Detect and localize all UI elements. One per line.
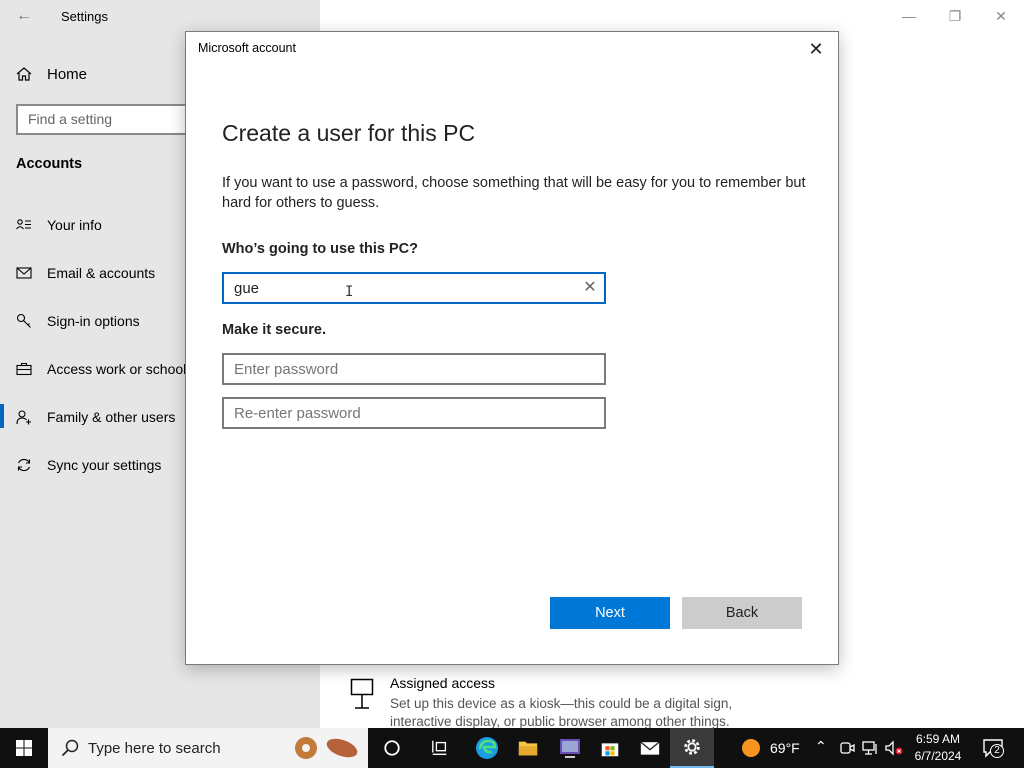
weather-temperature[interactable]: 69°F	[770, 740, 800, 756]
contact-card-icon	[16, 219, 31, 230]
back-arrow-icon[interactable]: ←	[14, 6, 34, 26]
minimize-icon[interactable]: —	[894, 4, 924, 28]
app-icon[interactable]	[548, 728, 592, 768]
taskbar: Type here to search 69°F ⌃ 6:59 AM 6/7/2…	[0, 728, 1024, 768]
dialog-description: If you want to use a password, choose so…	[222, 175, 806, 211]
briefcase-icon	[16, 362, 32, 376]
file-explorer-icon[interactable]	[506, 728, 550, 768]
sidebar-item-label: Access work or school	[47, 361, 187, 377]
sidebar-item-label: Your info	[47, 217, 102, 233]
microsoft-store-icon[interactable]	[588, 728, 632, 768]
start-button[interactable]	[0, 728, 48, 768]
weather-sun-icon	[742, 739, 760, 757]
close-icon[interactable]: ✕	[804, 38, 828, 60]
window-title: Settings	[61, 9, 108, 24]
action-center-button[interactable]: 2	[982, 737, 1006, 759]
windows-logo-icon	[16, 740, 32, 756]
mail-app-icon[interactable]	[628, 728, 672, 768]
person-add-icon	[16, 410, 31, 425]
back-button[interactable]: Back	[682, 597, 802, 629]
sidebar-item-your-info[interactable]: Your info	[16, 213, 102, 237]
edge-browser-icon[interactable]	[465, 728, 509, 768]
text-cursor-icon: I	[345, 284, 354, 300]
sidebar-item-label: Sign-in options	[47, 313, 140, 329]
network-icon[interactable]	[862, 740, 880, 756]
taskbar-search-box[interactable]: Type here to search	[48, 728, 368, 768]
sidebar-item-sync[interactable]: Sync your settings	[16, 453, 161, 477]
sidebar-item-label: Sync your settings	[47, 457, 162, 473]
assigned-access-description: Set up this device as a kiosk—this could…	[390, 696, 733, 729]
mail-icon	[16, 267, 32, 279]
clock-time: 6:59 AM	[915, 732, 961, 746]
volume-muted-icon[interactable]	[885, 740, 903, 756]
sidebar-item-home[interactable]: Home	[16, 62, 87, 86]
sidebar-item-label: Home	[47, 65, 88, 83]
sidebar-item-label: Email & accounts	[47, 265, 156, 281]
taskbar-clock[interactable]: 6:59 AM 6/7/2024	[905, 731, 971, 765]
window-close-icon[interactable]: ✕	[986, 4, 1016, 28]
taskbar-search-placeholder: Type here to search	[88, 739, 221, 757]
sidebar-item-email-accounts[interactable]: Email & accounts	[16, 261, 155, 285]
sync-icon	[17, 458, 31, 472]
task-view-icon[interactable]	[418, 728, 462, 768]
reenter-password-input[interactable]	[222, 397, 606, 429]
section-title: Accounts	[16, 156, 83, 172]
kiosk-icon	[350, 678, 374, 709]
sidebar-item-access-work[interactable]: Access work or school	[16, 357, 186, 381]
search-icon	[61, 739, 79, 757]
sidebar-item-family-other-users[interactable]: Family & other users	[16, 405, 175, 429]
home-icon	[16, 67, 32, 81]
password-input[interactable]	[222, 353, 606, 385]
dialog-heading: Create a user for this PC	[222, 120, 476, 146]
notification-count-badge: 2	[990, 744, 1004, 758]
microsoft-account-dialog: Microsoft account ✕ Create a user for th…	[185, 31, 839, 665]
dialog-title: Microsoft account	[198, 41, 296, 55]
cortana-icon[interactable]	[370, 728, 414, 768]
restore-icon[interactable]: ❐	[940, 4, 970, 28]
secure-label: Make it secure.	[222, 322, 326, 338]
chevron-up-icon[interactable]: ⌃	[815, 738, 827, 755]
sidebar-item-sign-in-options[interactable]: Sign-in options	[16, 309, 140, 333]
sidebar-item-label: Family & other users	[47, 409, 176, 425]
username-input[interactable]	[222, 272, 606, 304]
username-label: Who’s going to use this PC?	[222, 241, 419, 257]
settings-gear-icon[interactable]	[670, 728, 714, 768]
assigned-access-title[interactable]: Assigned access	[390, 675, 495, 691]
selected-indicator	[0, 404, 4, 428]
clock-date: 6/7/2024	[914, 749, 962, 763]
key-icon	[16, 313, 31, 328]
meet-now-icon[interactable]	[839, 740, 855, 756]
next-button[interactable]: Next	[550, 597, 670, 629]
clear-icon[interactable]: ✕	[582, 280, 598, 296]
search-highlight-icon	[295, 737, 358, 759]
